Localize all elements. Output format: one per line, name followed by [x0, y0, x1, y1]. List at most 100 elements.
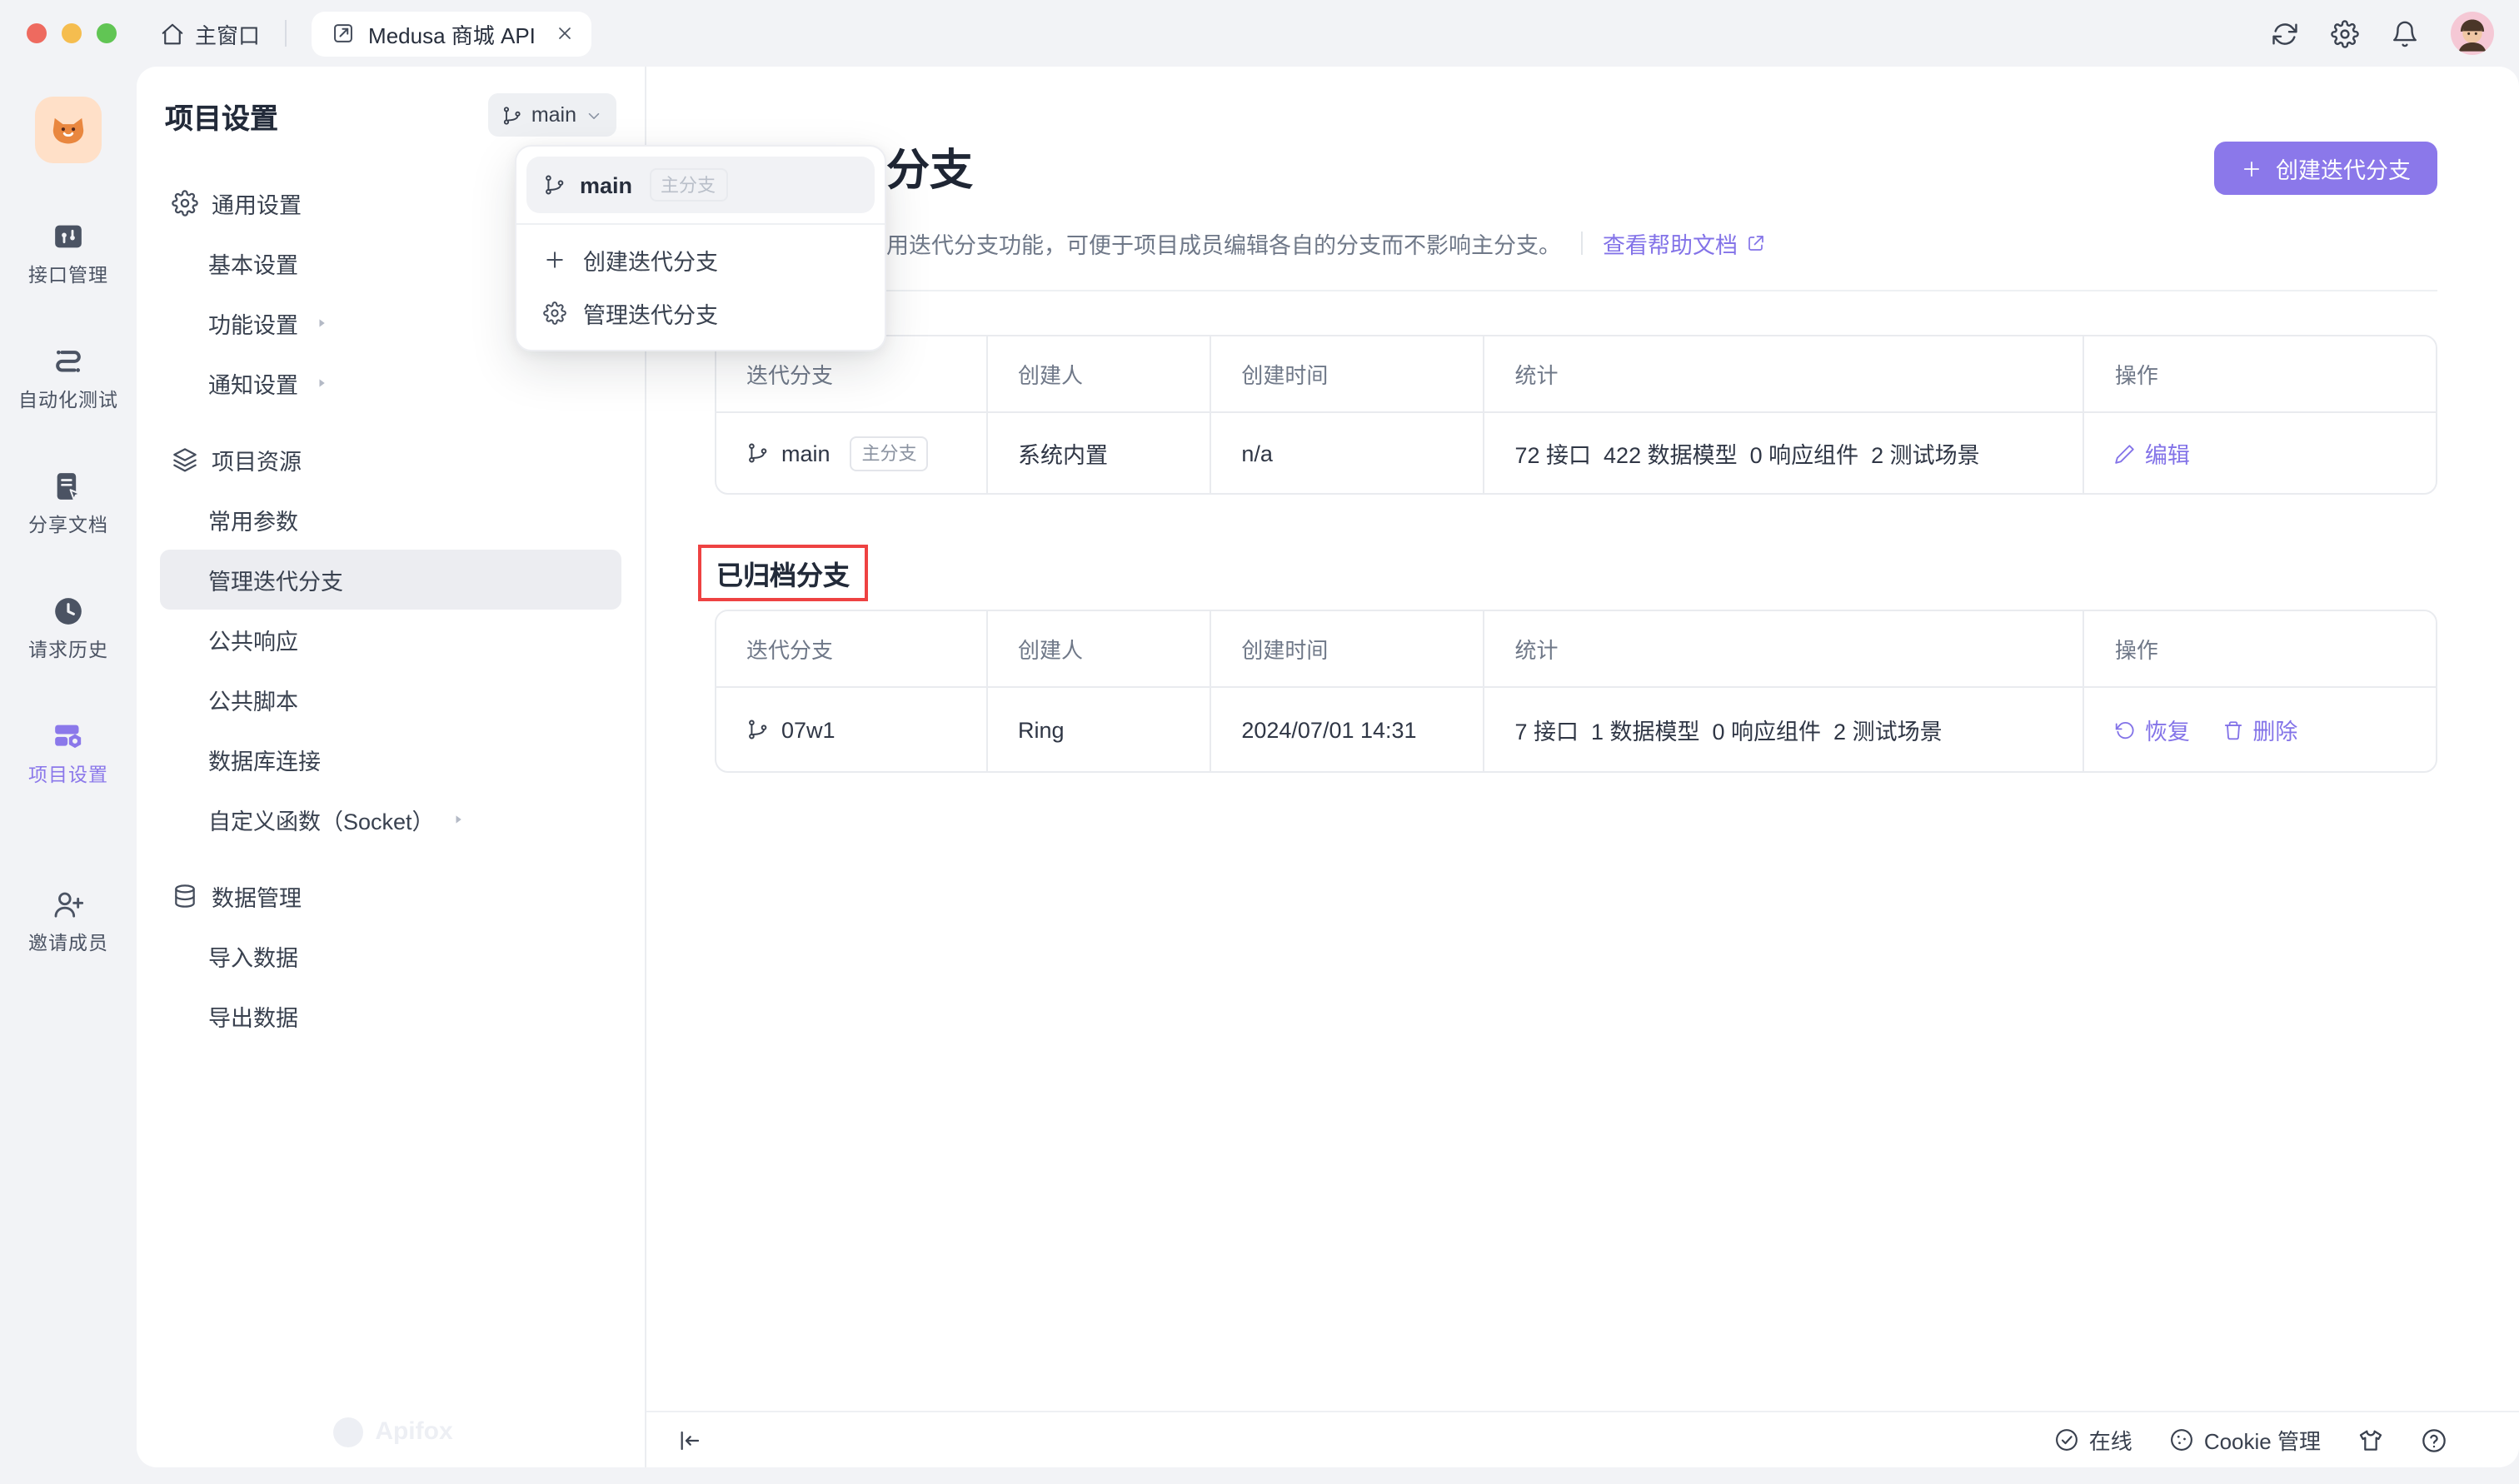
user-avatar[interactable] [2451, 12, 2494, 55]
nav-label: 自定义函数（Socket） [208, 803, 435, 836]
restore-branch-label: 恢复 [2145, 713, 2190, 746]
rail-item-invite-members[interactable]: 邀请成员 [28, 888, 108, 956]
watermark-label: Apifox [375, 1417, 452, 1445]
nav-label: 导入数据 [208, 939, 298, 973]
nav-group-data-management[interactable]: 数据管理 [160, 866, 621, 926]
nav-item-custom-functions[interactable]: 自定义函数（Socket） [160, 789, 621, 849]
cookie-manager-label: Cookie 管理 [2204, 1424, 2321, 1456]
table-header-row: 迭代分支 创建人 创建时间 统计 操作 [716, 336, 2436, 413]
settings-gear-icon[interactable] [2331, 19, 2359, 47]
nav-item-shared-responses[interactable]: 公共响应 [160, 610, 621, 670]
refresh-icon[interactable] [2271, 19, 2299, 47]
project-settings-icon [52, 720, 85, 753]
nav-label: 基本设置 [208, 247, 298, 280]
theme-tshirt-icon[interactable] [2357, 1427, 2384, 1453]
dropdown-item-manage-branches[interactable]: 管理迭代分支 [526, 286, 875, 340]
branch-name: 07w1 [781, 717, 836, 742]
nav-item-import-data[interactable]: 导入数据 [160, 926, 621, 986]
main-window-label: 主窗口 [195, 17, 260, 49]
plus-icon [543, 248, 566, 271]
nav-item-export-data[interactable]: 导出数据 [160, 986, 621, 1046]
archived-section: 已归档分支 [715, 545, 2437, 601]
rail-item-share-docs[interactable]: 分享文档 [28, 470, 108, 538]
delete-branch-action[interactable]: 删除 [2222, 713, 2297, 746]
git-branch-icon [501, 104, 523, 126]
online-status[interactable]: 在线 [2054, 1424, 2132, 1456]
window-controls [27, 23, 117, 43]
column-header-created-at: 创建时间 [1210, 611, 1483, 688]
edit-branch-label: 编辑 [2145, 436, 2190, 470]
caret-right-icon [313, 315, 330, 331]
dropdown-branch-name: main [580, 172, 632, 197]
branch-creator: Ring [986, 688, 1210, 771]
archived-branches-table: 迭代分支 创建人 创建时间 统计 操作 07w1 [715, 610, 2437, 773]
titlebar-divider [285, 20, 287, 47]
nav-label: 数据管理 [212, 879, 302, 913]
rail-item-project-settings[interactable]: 项目设置 [28, 720, 108, 788]
nav-group-project-resources[interactable]: 项目资源 [160, 430, 621, 490]
caret-right-icon [450, 811, 466, 828]
nav-label: 公共脚本 [208, 683, 298, 716]
external-window-icon [332, 22, 355, 45]
main-branch-badge: 主分支 [649, 168, 727, 202]
close-window-button[interactable] [27, 23, 47, 43]
rail-item-api-management[interactable]: 接口管理 [28, 220, 108, 288]
nav-item-shared-scripts[interactable]: 公共脚本 [160, 670, 621, 730]
main-window-button[interactable]: 主窗口 [160, 17, 260, 49]
rail-label: 请求历史 [28, 636, 108, 663]
nav-label: 数据库连接 [208, 743, 321, 776]
column-header-stats: 统计 [1484, 611, 2083, 688]
rail-item-automated-testing[interactable]: 自动化测试 [18, 345, 118, 413]
help-icon[interactable] [2421, 1427, 2447, 1453]
create-branch-button[interactable]: 创建迭代分支 [2214, 142, 2437, 195]
column-header-created-at: 创建时间 [1210, 336, 1483, 413]
nav-label: 项目资源 [212, 443, 302, 476]
branch-creator: 系统内置 [986, 413, 1210, 493]
column-header-actions: 操作 [2083, 336, 2436, 413]
branch-selector[interactable]: main [488, 93, 616, 137]
branches-page-title: 分支 [886, 137, 973, 198]
cookie-manager[interactable]: Cookie 管理 [2169, 1424, 2321, 1456]
nav-item-common-parameters[interactable]: 常用参数 [160, 490, 621, 550]
help-doc-link[interactable]: 查看帮助文档 [1603, 227, 1766, 260]
minimize-window-button[interactable] [62, 23, 82, 43]
rail-item-request-history[interactable]: 请求历史 [28, 595, 108, 663]
git-branch-icon [543, 173, 566, 197]
edit-branch-action[interactable]: 编辑 [2115, 436, 2190, 470]
dropdown-item-main-branch[interactable]: main 主分支 [526, 157, 875, 213]
chevron-down-icon [585, 106, 603, 124]
caret-right-icon [313, 375, 330, 391]
share-docs-icon [52, 470, 85, 503]
cookie-icon [2169, 1427, 2194, 1452]
column-header-creator: 创建人 [986, 336, 1210, 413]
project-logo[interactable] [35, 97, 102, 163]
branches-table: 迭代分支 创建人 创建时间 统计 操作 main [715, 335, 2437, 495]
bottom-bar: 在线 Cookie 管理 [646, 1411, 2519, 1467]
rail-label: 邀请成员 [28, 929, 108, 956]
nav-item-notification-settings[interactable]: 通知设置 [160, 353, 621, 413]
close-tab-icon[interactable] [556, 23, 576, 43]
notifications-bell-icon[interactable] [2391, 19, 2419, 47]
archived-heading-annotation: 已归档分支 [698, 545, 868, 601]
table-row-main-branch: main 主分支 系统内置 n/a 72 接口 422 数据模型 0 响应组件 … [716, 413, 2436, 493]
nav-label: 公共响应 [208, 623, 298, 656]
api-management-icon [52, 220, 85, 253]
restore-icon [2115, 719, 2137, 740]
titlebar: 主窗口 Medusa 商城 API [0, 0, 2519, 67]
page-title: 项目设置 [165, 94, 278, 136]
module-rail: 接口管理 自动化测试 分享文档 请求历史 项目设置 邀请成员 [0, 67, 137, 1484]
project-tab[interactable]: Medusa 商城 API [312, 11, 592, 56]
help-doc-label: 查看帮助文档 [1603, 227, 1738, 260]
collapse-sidebar-icon[interactable] [676, 1427, 703, 1453]
nav-item-manage-branches[interactable]: 管理迭代分支 [160, 550, 621, 610]
nav-item-database-connections[interactable]: 数据库连接 [160, 730, 621, 789]
branch-created-at: n/a [1210, 413, 1483, 493]
online-status-label: 在线 [2089, 1424, 2132, 1456]
branch-dropdown-menu: main 主分支 创建迭代分支 管理迭代分支 [515, 145, 886, 351]
main-branch-badge: 主分支 [850, 436, 929, 471]
gear-icon [543, 301, 566, 325]
maximize-window-button[interactable] [97, 23, 117, 43]
dropdown-item-create-branch[interactable]: 创建迭代分支 [526, 233, 875, 286]
restore-branch-action[interactable]: 恢复 [2115, 713, 2190, 746]
fox-logo-icon [47, 108, 90, 152]
